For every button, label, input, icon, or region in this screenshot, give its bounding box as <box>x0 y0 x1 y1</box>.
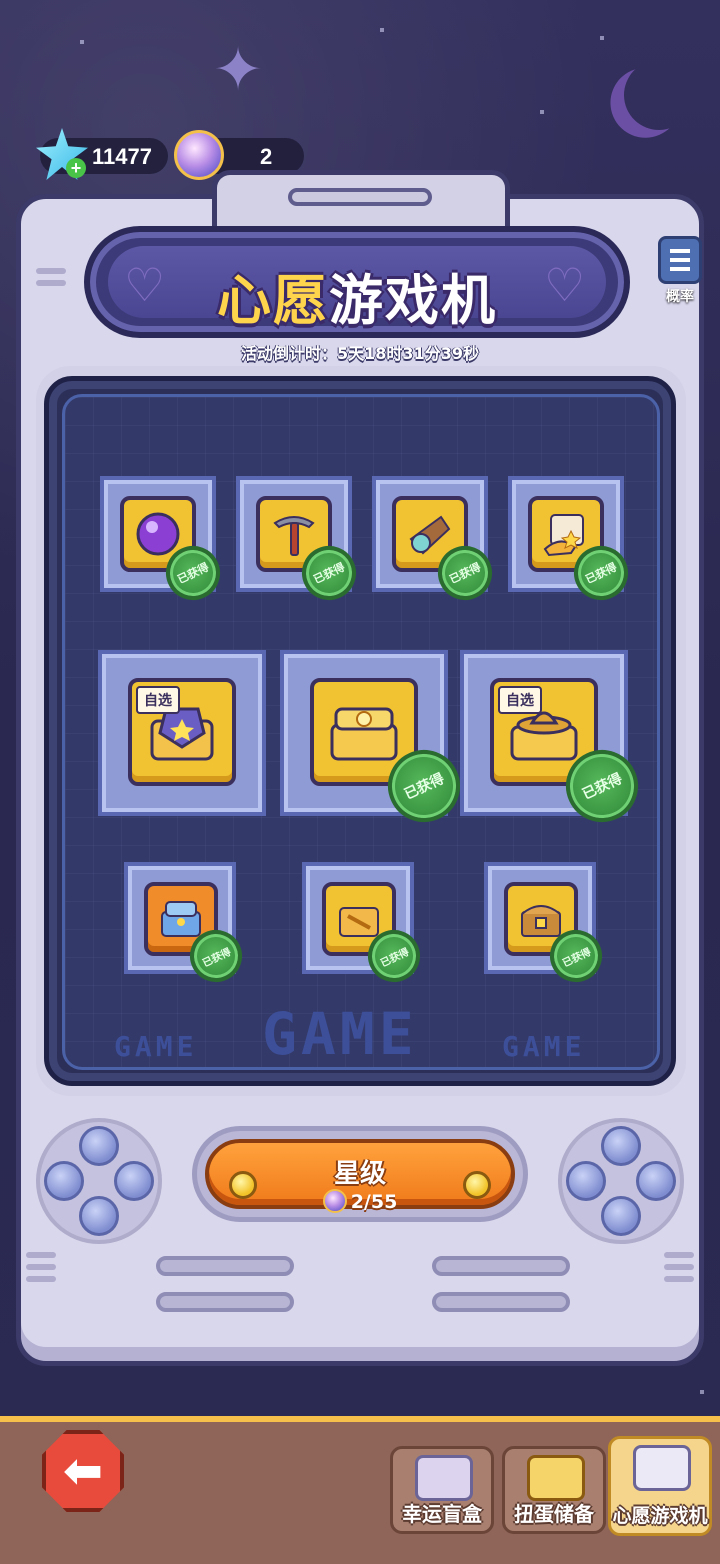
orb-count: 2 <box>260 144 273 169</box>
speaker-grille <box>156 1292 294 1312</box>
title-banner: ♡ ♡ 心愿游戏机 <box>84 226 630 338</box>
star-level-button[interactable]: 星级 2/55 <box>192 1126 528 1222</box>
page-title: 心愿游戏机 <box>217 269 497 332</box>
wish-orb-icon <box>174 130 224 180</box>
machine-slot <box>288 188 432 206</box>
back-arrow-icon: ⬅ <box>62 1443 104 1499</box>
purple-orb-icon <box>136 512 180 556</box>
game-watermark: GAME <box>262 1000 418 1068</box>
tab-wish-game-machine[interactable]: 心愿游戏机 <box>608 1436 712 1536</box>
left-dpad <box>36 1118 162 1244</box>
tab-lucky-blind-box[interactable]: 幸运盲盒 <box>390 1446 494 1534</box>
side-grille-right-bottom <box>664 1252 694 1288</box>
star-dot <box>600 36 604 40</box>
star-level-progress: 2/55 <box>209 1189 511 1213</box>
tab-label: 心愿游戏机 <box>612 1505 708 1527</box>
speaker-grille <box>432 1256 570 1276</box>
speaker-grille <box>432 1292 570 1312</box>
game-watermark: GAME <box>502 1030 586 1063</box>
clover-box-icon <box>415 1455 473 1501</box>
gem-counter[interactable]: + 11477 <box>36 128 168 180</box>
back-button[interactable]: ⬅ <box>42 1430 124 1512</box>
star-dot <box>80 40 84 44</box>
game-controller-icon <box>633 1445 691 1491</box>
self-select-badge: 自选 <box>136 686 180 714</box>
self-select-badge: 自选 <box>498 686 542 714</box>
gacha-machine-icon <box>527 1455 585 1501</box>
golden-box-icon <box>339 907 379 937</box>
speaker-grille <box>156 1256 294 1276</box>
side-grille-left <box>36 268 66 292</box>
event-countdown: 活动倒计时：5天18时31分39秒 <box>241 344 479 363</box>
document-icon <box>658 236 702 284</box>
side-grille-left-bottom <box>26 1252 56 1288</box>
orange-chest-icon <box>161 901 201 937</box>
flower-chest-icon <box>330 707 398 761</box>
reward-slot-star-chest[interactable]: 自选 <box>98 650 266 816</box>
star-dot <box>380 28 384 32</box>
probability-label: 概率 <box>666 289 694 305</box>
right-dpad <box>558 1118 684 1244</box>
probability-button[interactable]: 概率 <box>652 236 708 306</box>
treasure-box-icon <box>521 905 561 937</box>
game-watermark: GAME <box>114 1030 198 1063</box>
tab-gacha-reserve[interactable]: 扭蛋储备 <box>502 1446 606 1534</box>
star-dot <box>700 1390 704 1394</box>
wish-orb-icon <box>322 1189 347 1213</box>
star-dot <box>540 110 544 114</box>
orb-counter: 2 <box>174 130 304 180</box>
sparkle-icon: ✦ <box>212 35 264 105</box>
tab-label: 扭蛋储备 <box>514 1502 594 1526</box>
gem-count: 11477 <box>92 144 152 169</box>
star-level-label: 星级 <box>333 1159 386 1189</box>
tab-label: 幸运盲盒 <box>402 1502 482 1526</box>
plus-icon[interactable]: + <box>66 158 86 178</box>
